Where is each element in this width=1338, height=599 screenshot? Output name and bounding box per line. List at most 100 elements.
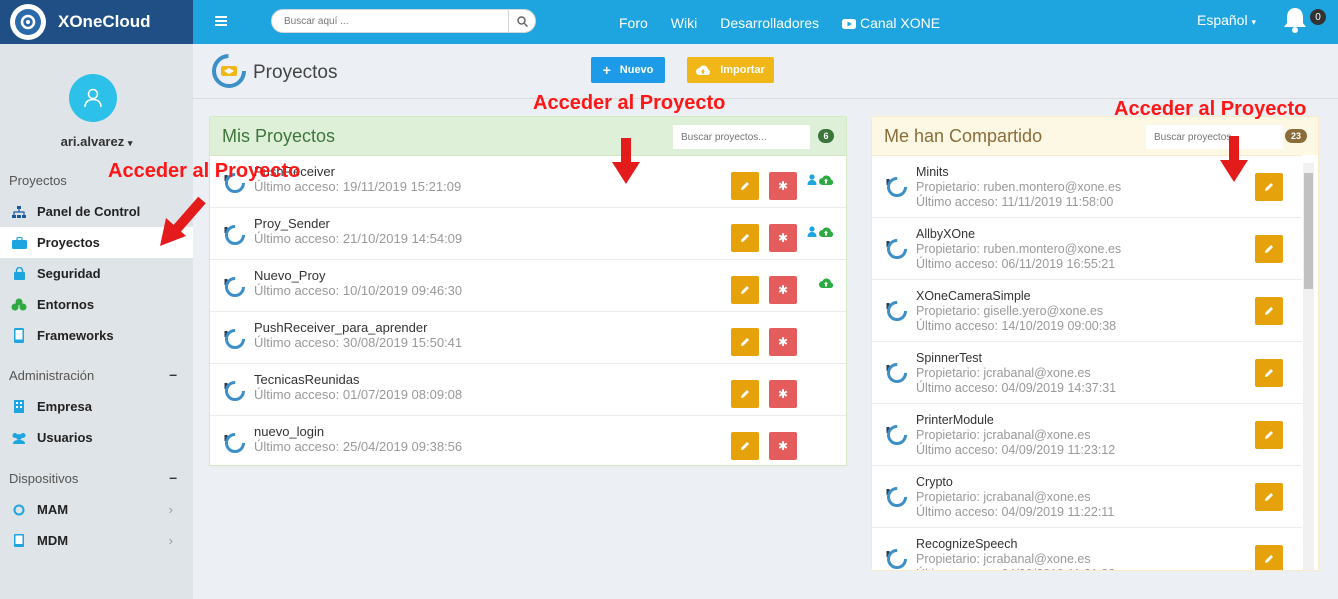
new-project-button[interactable]: + Nuevo	[591, 57, 665, 83]
project-row[interactable]: TecnicasReunidas Último acceso: 01/07/201…	[210, 364, 846, 416]
project-name: PushReceiver_para_aprender	[254, 320, 428, 335]
bell-icon[interactable]	[1282, 6, 1308, 37]
menu-toggle-icon[interactable]	[215, 13, 227, 29]
user-menu[interactable]: ari.alvarez ▾	[0, 134, 193, 149]
project-row[interactable]: PushReceiver Último acceso: 19/11/2019 15…	[210, 156, 846, 208]
shared-project-owner: Propietario: jcrabanal@xone.es	[916, 366, 1091, 380]
scroll-down-arrow-icon[interactable]: ▼	[1305, 568, 1313, 570]
project-settings-button[interactable]: ✱	[769, 380, 797, 408]
open-project-button[interactable]	[1255, 297, 1283, 325]
gear-icon: ✱	[777, 335, 789, 349]
sidebar-item-seguridad[interactable]: Seguridad	[0, 258, 193, 289]
project-ring-icon	[222, 275, 246, 302]
shared-projects-list: Minits Propietario: ruben.montero@xone.es…	[872, 155, 1302, 570]
shared-project-last-access: Último acceso: 11/11/2019 11:58:00	[916, 195, 1114, 209]
project-ring-icon	[884, 423, 908, 450]
open-project-button[interactable]	[731, 328, 759, 356]
shared-project-row[interactable]: Crypto Propietario: jcrabanal@xone.es Últi…	[872, 466, 1302, 528]
user-avatar[interactable]	[69, 74, 117, 122]
open-project-button[interactable]	[1255, 421, 1283, 449]
project-last-access: Último acceso: 01/07/2019 08:09:08	[254, 387, 463, 402]
project-status-icons	[807, 174, 833, 185]
section-header-proyectos: Proyectos	[9, 173, 67, 188]
global-search-input[interactable]	[272, 10, 508, 32]
plus-icon: +	[602, 62, 611, 78]
shared-project-row[interactable]: SpinnerTest Propietario: jcrabanal@xone.e…	[872, 342, 1302, 404]
open-project-button[interactable]	[1255, 545, 1283, 570]
open-project-button[interactable]	[1255, 359, 1283, 387]
top-links: Foro Wiki Desarrolladores Canal XONE	[619, 15, 940, 31]
project-row[interactable]: Proy_Sender Último acceso: 21/10/2019 14:…	[210, 208, 846, 260]
open-project-button[interactable]	[731, 432, 759, 460]
shared-project-row[interactable]: RecognizeSpeech Propietario: jcrabanal@xo…	[872, 528, 1302, 570]
open-project-button[interactable]	[731, 276, 759, 304]
import-project-button[interactable]: Importar	[687, 57, 774, 83]
project-row[interactable]: nuevo_login Último acceso: 25/04/2019 09:…	[210, 416, 846, 468]
project-name: Proy_Sender	[254, 216, 330, 231]
shared-project-row[interactable]: XOneCameraSimple Propietario: giselle.yer…	[872, 280, 1302, 342]
shared-project-row[interactable]: AllbyXOne Propietario: ruben.montero@xone…	[872, 218, 1302, 280]
sidebar-item-frameworks[interactable]: Frameworks	[0, 320, 193, 351]
annotation-label-right: Acceder al Proyecto	[1114, 98, 1307, 120]
red-down-arrow-icon	[1220, 136, 1248, 185]
shared-project-name: PrinterModule	[916, 413, 994, 427]
project-status-icons	[807, 278, 833, 288]
project-settings-button[interactable]: ✱	[769, 328, 797, 356]
project-settings-button[interactable]: ✱	[769, 276, 797, 304]
project-settings-button[interactable]: ✱	[769, 224, 797, 252]
building-icon	[10, 400, 28, 414]
open-project-button[interactable]	[731, 172, 759, 200]
link-foro[interactable]: Foro	[619, 15, 648, 31]
project-row[interactable]: PushReceiver_para_aprender Último acceso:…	[210, 312, 846, 364]
open-project-button[interactable]	[731, 224, 759, 252]
project-settings-button[interactable]: ✱	[769, 432, 797, 460]
collapse-administracion-icon[interactable]: –	[169, 366, 177, 382]
gear-icon: ✱	[777, 387, 789, 401]
cloud-upload-icon	[819, 227, 833, 237]
users-icon	[10, 431, 28, 445]
shared-projects-search-input[interactable]	[1146, 125, 1283, 149]
open-project-button[interactable]	[1255, 173, 1283, 201]
shared-project-name: Minits	[916, 165, 949, 179]
section-header-dispositivos: Dispositivos	[9, 471, 79, 486]
global-search	[271, 9, 536, 33]
project-row[interactable]: Nuevo_Proy Último acceso: 10/10/2019 09:4…	[210, 260, 846, 312]
sidebar-item-usuarios[interactable]: Usuarios	[0, 422, 193, 453]
project-settings-button[interactable]: ✱	[769, 172, 797, 200]
language-selector[interactable]: Español ▾	[1197, 12, 1256, 28]
project-ring-icon	[222, 223, 246, 250]
link-desarrolladores[interactable]: Desarrolladores	[720, 15, 819, 31]
shared-project-owner: Propietario: jcrabanal@xone.es	[916, 552, 1091, 566]
app-logo-bar[interactable]: XOneCloud	[0, 0, 193, 44]
section-header-administracion: Administración	[9, 368, 95, 383]
shared-projects-header: Me han Compartido 23	[872, 117, 1318, 155]
project-ring-icon	[884, 237, 908, 264]
collapse-dispositivos-icon[interactable]: –	[169, 469, 177, 485]
lock-icon	[10, 267, 28, 281]
project-ring-icon	[884, 299, 908, 326]
shared-project-last-access: Último acceso: 04/09/2019 11:23:12	[916, 443, 1116, 457]
pencil-icon	[1264, 366, 1274, 381]
open-project-button[interactable]	[1255, 483, 1283, 511]
sidebar-item-entornos[interactable]: Entornos	[0, 289, 193, 320]
pencil-icon	[1264, 304, 1274, 319]
scrollbar-thumb[interactable]	[1304, 173, 1313, 289]
sidebar-item-empresa[interactable]: Empresa	[0, 391, 193, 422]
link-wiki[interactable]: Wiki	[671, 15, 697, 31]
cloud-upload-icon	[819, 278, 833, 288]
gear-icon: ✱	[777, 231, 789, 245]
project-last-access: Último acceso: 30/08/2019 15:50:41	[254, 335, 463, 350]
open-project-button[interactable]	[1255, 235, 1283, 263]
shared-projects-scrollbar[interactable]: ▼	[1303, 163, 1314, 570]
shared-project-row[interactable]: PrinterModule Propietario: jcrabanal@xone…	[872, 404, 1302, 466]
my-projects-search-input[interactable]	[673, 125, 810, 149]
sidebar-item-mam[interactable]: MAM ›	[0, 494, 193, 525]
caret-down-icon: ▾	[1251, 17, 1256, 27]
pencil-icon	[740, 335, 750, 350]
link-canal-xone[interactable]: Canal XONE	[842, 15, 940, 31]
open-project-button[interactable]	[731, 380, 759, 408]
project-name: Nuevo_Proy	[254, 268, 326, 283]
search-icon[interactable]	[508, 10, 535, 32]
gear-icon: ✱	[777, 439, 789, 453]
sidebar-item-mdm[interactable]: MDM ›	[0, 525, 193, 556]
